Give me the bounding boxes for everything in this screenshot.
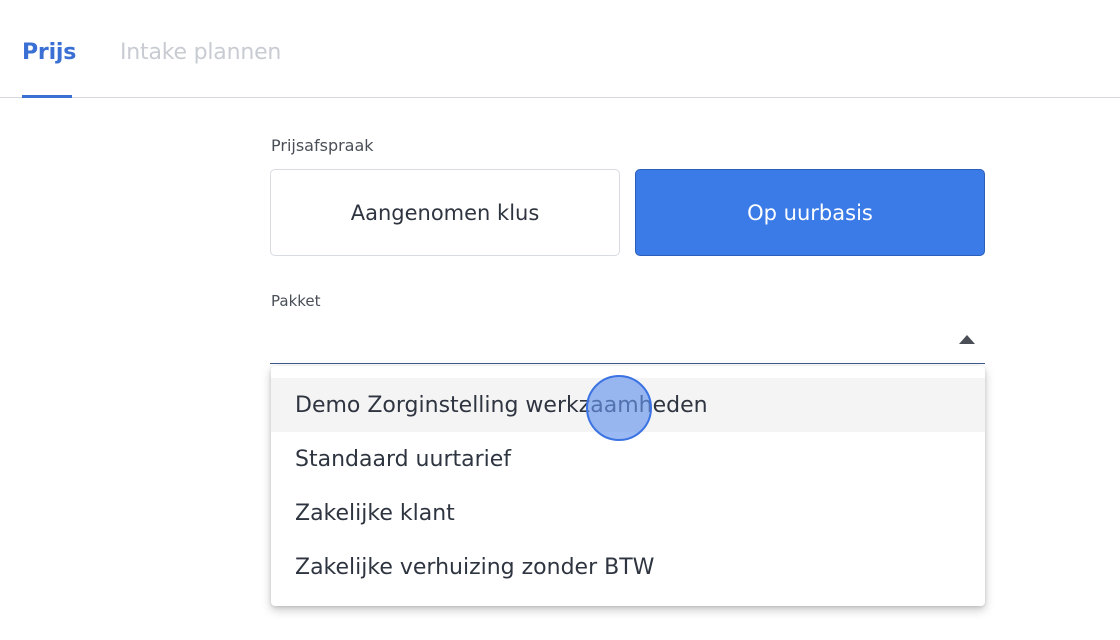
caret-up-icon: [959, 335, 975, 344]
fixed-price-button[interactable]: Aangenomen klus: [270, 169, 620, 256]
dropdown-option[interactable]: Standaard uurtarief: [271, 432, 985, 486]
tab-bar: Prijs Intake plannen: [0, 0, 1120, 98]
cursor-highlight: [586, 375, 652, 441]
active-tab-indicator: [22, 95, 72, 98]
hourly-rate-button[interactable]: Op uurbasis: [635, 169, 985, 256]
tab-prijs[interactable]: Prijs: [22, 40, 76, 65]
dropdown-option[interactable]: Zakelijke verhuizing zonder BTW: [271, 540, 985, 594]
page: Prijs Intake plannen Prijsafspraak Aange…: [0, 0, 1120, 640]
dropdown-option[interactable]: Zakelijke klant: [271, 486, 985, 540]
price-agreement-label: Prijsafspraak: [271, 136, 374, 155]
tab-intake-plannen[interactable]: Intake plannen: [120, 40, 281, 65]
package-select[interactable]: [270, 318, 985, 364]
package-label: Pakket: [271, 292, 321, 310]
